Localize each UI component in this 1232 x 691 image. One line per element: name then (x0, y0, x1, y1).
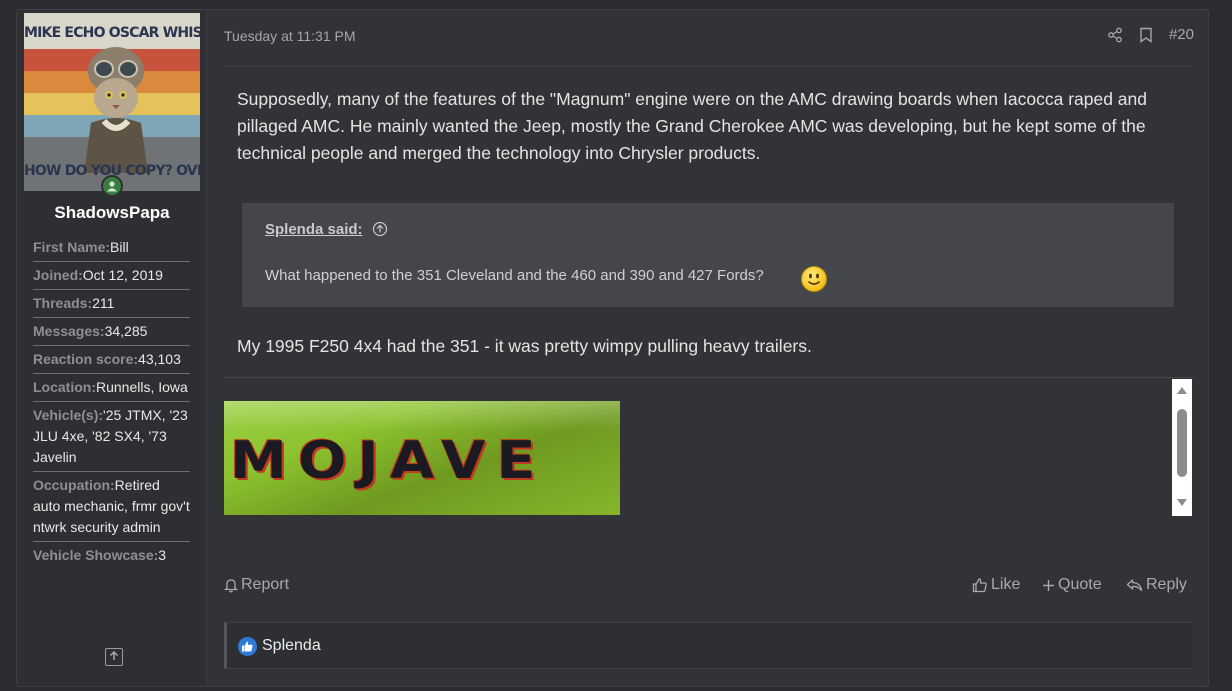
info-vehicles: Vehicle(s):'25 JTMX, '23 JLU 4xe, '82 SX… (33, 402, 190, 472)
avatar[interactable]: MIKE ECHO OSCAR WHISKY HOW DO YOU COPY? … (24, 13, 200, 191)
info-key: First Name: (33, 239, 111, 255)
info-key: Messages: (33, 323, 105, 339)
like-button[interactable]: Like (972, 576, 1020, 594)
info-reaction-score: Reaction score:43,103 (33, 346, 190, 374)
info-key: Joined: (33, 267, 83, 283)
post-main: Tuesday at 11:31 PM #20 Supposedly, many… (224, 10, 1194, 686)
quote-block: Splenda said: What happened to the 351 C… (242, 203, 1174, 307)
user-sidebar: MIKE ECHO OSCAR WHISKY HOW DO YOU COPY? … (17, 10, 207, 686)
info-value[interactable]: 34,285 (105, 323, 148, 339)
post-body: Supposedly, many of the features of the … (237, 89, 1148, 163)
online-status-icon (101, 175, 123, 197)
post-timestamp[interactable]: Tuesday at 11:31 PM (224, 28, 356, 44)
info-value: Bill (110, 239, 129, 255)
info-joined: Joined:Oct 12, 2019 (33, 262, 190, 290)
reply-arrow-icon (1126, 579, 1143, 592)
username[interactable]: ShadowsPapa (17, 203, 207, 223)
header-divider (224, 66, 1194, 67)
info-location: Location:Runnells, Iowa (33, 374, 190, 402)
post-header-actions: #20 (1107, 26, 1194, 43)
scroll-down-arrow-icon[interactable] (1176, 498, 1188, 508)
avatar-top-caption: MIKE ECHO OSCAR WHISKY (24, 25, 200, 41)
info-messages: Messages:34,285 (33, 318, 190, 346)
info-key: Vehicle(s): (33, 407, 104, 423)
info-key: Location: (33, 379, 96, 395)
info-value[interactable]: 211 (92, 295, 114, 311)
info-value: Oct 12, 2019 (82, 267, 163, 283)
message-post: MIKE ECHO OSCAR WHISKY HOW DO YOU COPY? … (16, 9, 1209, 687)
share-icon[interactable] (1107, 27, 1123, 43)
thumbs-up-icon (972, 578, 987, 593)
reply-label: Reply (1146, 576, 1187, 593)
info-key: Threads: (33, 295, 93, 311)
arrow-up-icon (109, 650, 119, 660)
report-button[interactable]: Report (224, 576, 289, 594)
reaction-users-link[interactable]: Splenda (262, 637, 321, 655)
expand-user-info-button[interactable] (105, 648, 123, 666)
jump-to-quote-icon[interactable] (372, 221, 388, 237)
image-sheen (224, 401, 620, 431)
info-vehicle-showcase: Vehicle Showcase:3 (33, 542, 190, 569)
quote-label: Quote (1058, 576, 1102, 593)
reactions-bar[interactable]: Splenda (224, 622, 1192, 669)
mojave-badge-image[interactable]: MOJAVE (224, 401, 620, 515)
reply-button[interactable]: Reply (1126, 576, 1187, 594)
mojave-word: MOJAVE (230, 431, 547, 491)
cat-pilot-image (84, 47, 148, 173)
bell-icon (224, 579, 238, 593)
quote-author-link[interactable]: Splenda said: (265, 221, 363, 238)
scroll-up-arrow-icon[interactable] (1176, 385, 1188, 395)
quote-button[interactable]: Quote (1042, 576, 1102, 594)
info-key: Reaction score: (33, 351, 139, 367)
info-occupation: Occupation:Retired auto mechanic, frmr g… (33, 472, 190, 542)
info-value[interactable]: 3 (158, 547, 166, 563)
bookmark-icon[interactable] (1139, 27, 1153, 43)
quote-text: What happened to the 351 Cleveland and t… (265, 267, 764, 284)
plus-icon (1043, 579, 1054, 591)
like-reaction-icon (238, 637, 257, 656)
like-label: Like (991, 576, 1021, 593)
info-value: Runnells, Iowa (96, 379, 188, 395)
info-key: Vehicle Showcase: (33, 547, 159, 563)
info-first-name: First Name:Bill (33, 234, 190, 262)
reply-text: My 1995 F250 4x4 had the 351 - it was pr… (237, 336, 812, 356)
attachment-scrollbar[interactable] (1172, 379, 1192, 516)
smile-emoji-icon (801, 266, 827, 292)
info-key: Occupation: (33, 477, 115, 493)
info-threads: Threads:211 (33, 290, 190, 318)
report-label: Report (241, 576, 290, 593)
info-value: 43,103 (138, 351, 181, 367)
post-number-link[interactable]: #20 (1169, 26, 1194, 43)
scrollbar-thumb[interactable] (1177, 409, 1187, 477)
post-actions: Report Like Quote Reply (224, 576, 1194, 598)
user-info-list: First Name:Bill Joined:Oct 12, 2019 Thre… (33, 234, 190, 569)
attachment-area: MOJAVE (224, 377, 1194, 517)
